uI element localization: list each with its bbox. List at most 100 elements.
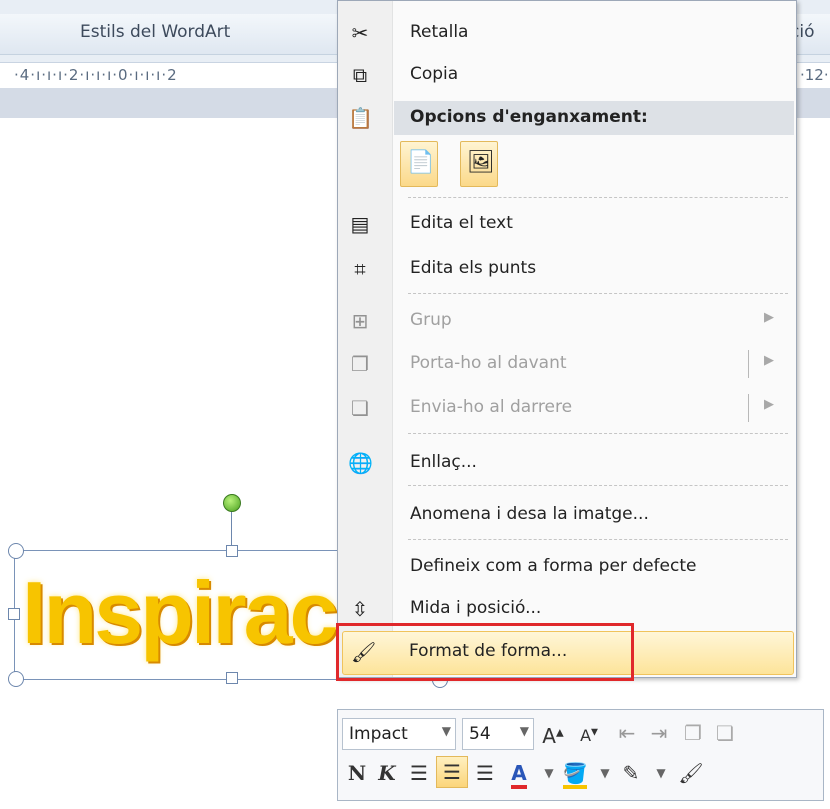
align-left-button[interactable]: ☰ [404,758,434,788]
resize-handle-left[interactable] [8,608,20,620]
submenu-arrow-icon: ▶ [764,353,774,368]
format-painter-icon: 🖌 [678,761,704,785]
align-left-icon: ☰ [410,761,428,785]
send-backward-icon: ❏ [716,721,734,745]
wordart-styles-group-label: Estils del WordArt [80,22,231,42]
bring-forward-icon: ❐ [684,721,702,745]
decrease-indent-icon: ⇤ [618,721,636,745]
font-size-combo[interactable]: 54 ▼ [462,718,534,750]
menu-separator [408,485,788,486]
font-color-button[interactable]: A [504,758,534,789]
menu-item-send-backward-label: Envia-ho al darrere [410,397,573,417]
menu-separator [408,293,788,294]
size-position-icon: ⇳ [351,597,369,621]
align-center-icon: ☰ [443,760,461,784]
menu-item-set-default[interactable]: Defineix com a forma per defecte [338,547,796,587]
link-globe-icon: 🌐 [348,451,373,475]
paste-picture-button[interactable]: 🖼 [460,141,498,187]
menu-item-set-default-label: Defineix com a forma per defecte [410,556,697,576]
rotation-stem [231,508,232,550]
menu-item-bring-forward-label: Porta-ho al davant [410,353,567,373]
shape-outline-dropdown[interactable]: ▼ [646,758,676,788]
copy-icon: ⧉ [352,63,368,87]
shrink-font-icon: A▼ [580,726,598,746]
submenu-arrow-icon: ▶ [764,397,774,412]
menu-item-group[interactable]: ⊞ Grup ▶ [338,301,796,341]
paste-picture-icon: 🖼 [467,150,495,175]
align-center-button[interactable]: ☰ [436,756,468,788]
menu-item-size-position-label: Mida i posició... [410,598,542,618]
rotation-handle[interactable] [223,494,241,512]
menu-item-send-backward[interactable]: ❏ Envia-ho al darrere ▶ [338,388,796,428]
bold-button[interactable]: N [342,758,372,788]
wordart-text[interactable]: Inspirac [22,558,338,668]
menu-item-cut[interactable]: ✂ Retalla [338,13,796,53]
send-backward-icon: ❏ [351,396,369,420]
menu-separator [408,433,788,434]
menu-item-bring-forward[interactable]: ❐ Porta-ho al davant ▶ [338,344,796,384]
menu-separator [408,539,788,540]
split-divider [748,350,749,378]
menu-item-group-label: Grup [410,310,452,330]
chevron-down-icon: ▼ [656,766,666,780]
context-menu: ✂ Retalla ⧉ Copia Opcions d'enganxament:… [337,0,797,678]
italic-label: K [378,761,396,785]
paint-bucket-icon: 🪣 [562,761,588,789]
font-name-combo[interactable]: Impact ▼ [342,718,456,750]
format-painter-button[interactable]: 🖌 [676,758,706,788]
scissors-icon: ✂ [351,21,369,45]
menu-item-link[interactable]: 🌐 Enllaç... [338,443,796,483]
split-divider [748,394,749,422]
send-backward-toolbar-button[interactable]: ❏ [710,718,740,748]
resize-handle-top[interactable] [226,545,238,557]
menu-item-copy-label: Copia [410,64,459,84]
font-name-value: Impact [349,724,408,744]
align-right-icon: ☰ [476,761,494,785]
paste-options-label: Opcions d'enganxament: [410,107,648,127]
grow-font-button[interactable]: A▲ [538,718,568,748]
paste-heading-icon-cell: 📋 [338,98,392,138]
increase-indent-icon: ⇥ [650,721,668,745]
menu-item-edit-text-label: Edita el text [410,213,513,233]
menu-item-copy[interactable]: ⧉ Copia [338,55,796,95]
shape-fill-button[interactable]: 🪣 [560,758,590,789]
font-color-icon: A [511,761,527,789]
edit-points-icon: ⌗ [354,257,366,281]
menu-separator [408,197,788,198]
clipboard-icon: 📋 [348,106,373,130]
pencil-icon: ✎ [622,761,640,785]
bold-label: N [347,761,367,785]
shrink-font-button[interactable]: A▼ [574,718,604,748]
menu-item-edit-text[interactable]: ▤ Edita el text [338,204,796,244]
ruler-ticks-right: ·12· [800,66,829,84]
group-icon: ⊞ [351,309,369,333]
paste-keep-text-button[interactable]: 📄 [400,141,438,187]
menu-item-edit-points-label: Edita els punts [410,258,537,278]
resize-handle-top-left[interactable] [8,543,24,559]
shape-outline-button[interactable]: ✎ [616,758,646,788]
annotation-red-box [336,623,634,681]
menu-item-save-image-label: Anomena i desa la imatge... [410,504,649,524]
bring-forward-icon: ❐ [351,352,369,376]
italic-button[interactable]: K [372,758,402,788]
resize-handle-bottom[interactable] [226,672,238,684]
chevron-down-icon: ▼ [519,724,529,738]
decrease-indent-button[interactable]: ⇤ [612,718,642,748]
menu-item-cut-label: Retalla [410,22,469,42]
increase-indent-button[interactable]: ⇥ [644,718,674,748]
align-right-button[interactable]: ☰ [470,758,500,788]
bring-forward-toolbar-button[interactable]: ❐ [678,718,708,748]
menu-item-save-image[interactable]: Anomena i desa la imatge... [338,495,796,535]
grow-font-icon: A▲ [542,723,564,748]
chevron-down-icon: ▼ [441,724,451,738]
menu-item-link-label: Enllaç... [410,452,477,472]
resize-handle-bottom-left[interactable] [8,671,24,687]
paste-text-icon: 📄 [407,150,435,175]
menu-item-edit-points[interactable]: ⌗ Edita els punts [338,249,796,289]
chevron-down-icon: ▼ [600,766,610,780]
mini-toolbar: Impact ▼ 54 ▼ A▲ A▼ ⇤ ⇥ ❐ ❏ N K ☰ ☰ ☰ A … [337,709,824,801]
submenu-arrow-icon: ▶ [764,310,774,325]
font-size-value: 54 [469,724,491,744]
paste-options-heading: Opcions d'enganxament: [394,101,794,135]
edit-text-icon: ▤ [350,212,370,236]
